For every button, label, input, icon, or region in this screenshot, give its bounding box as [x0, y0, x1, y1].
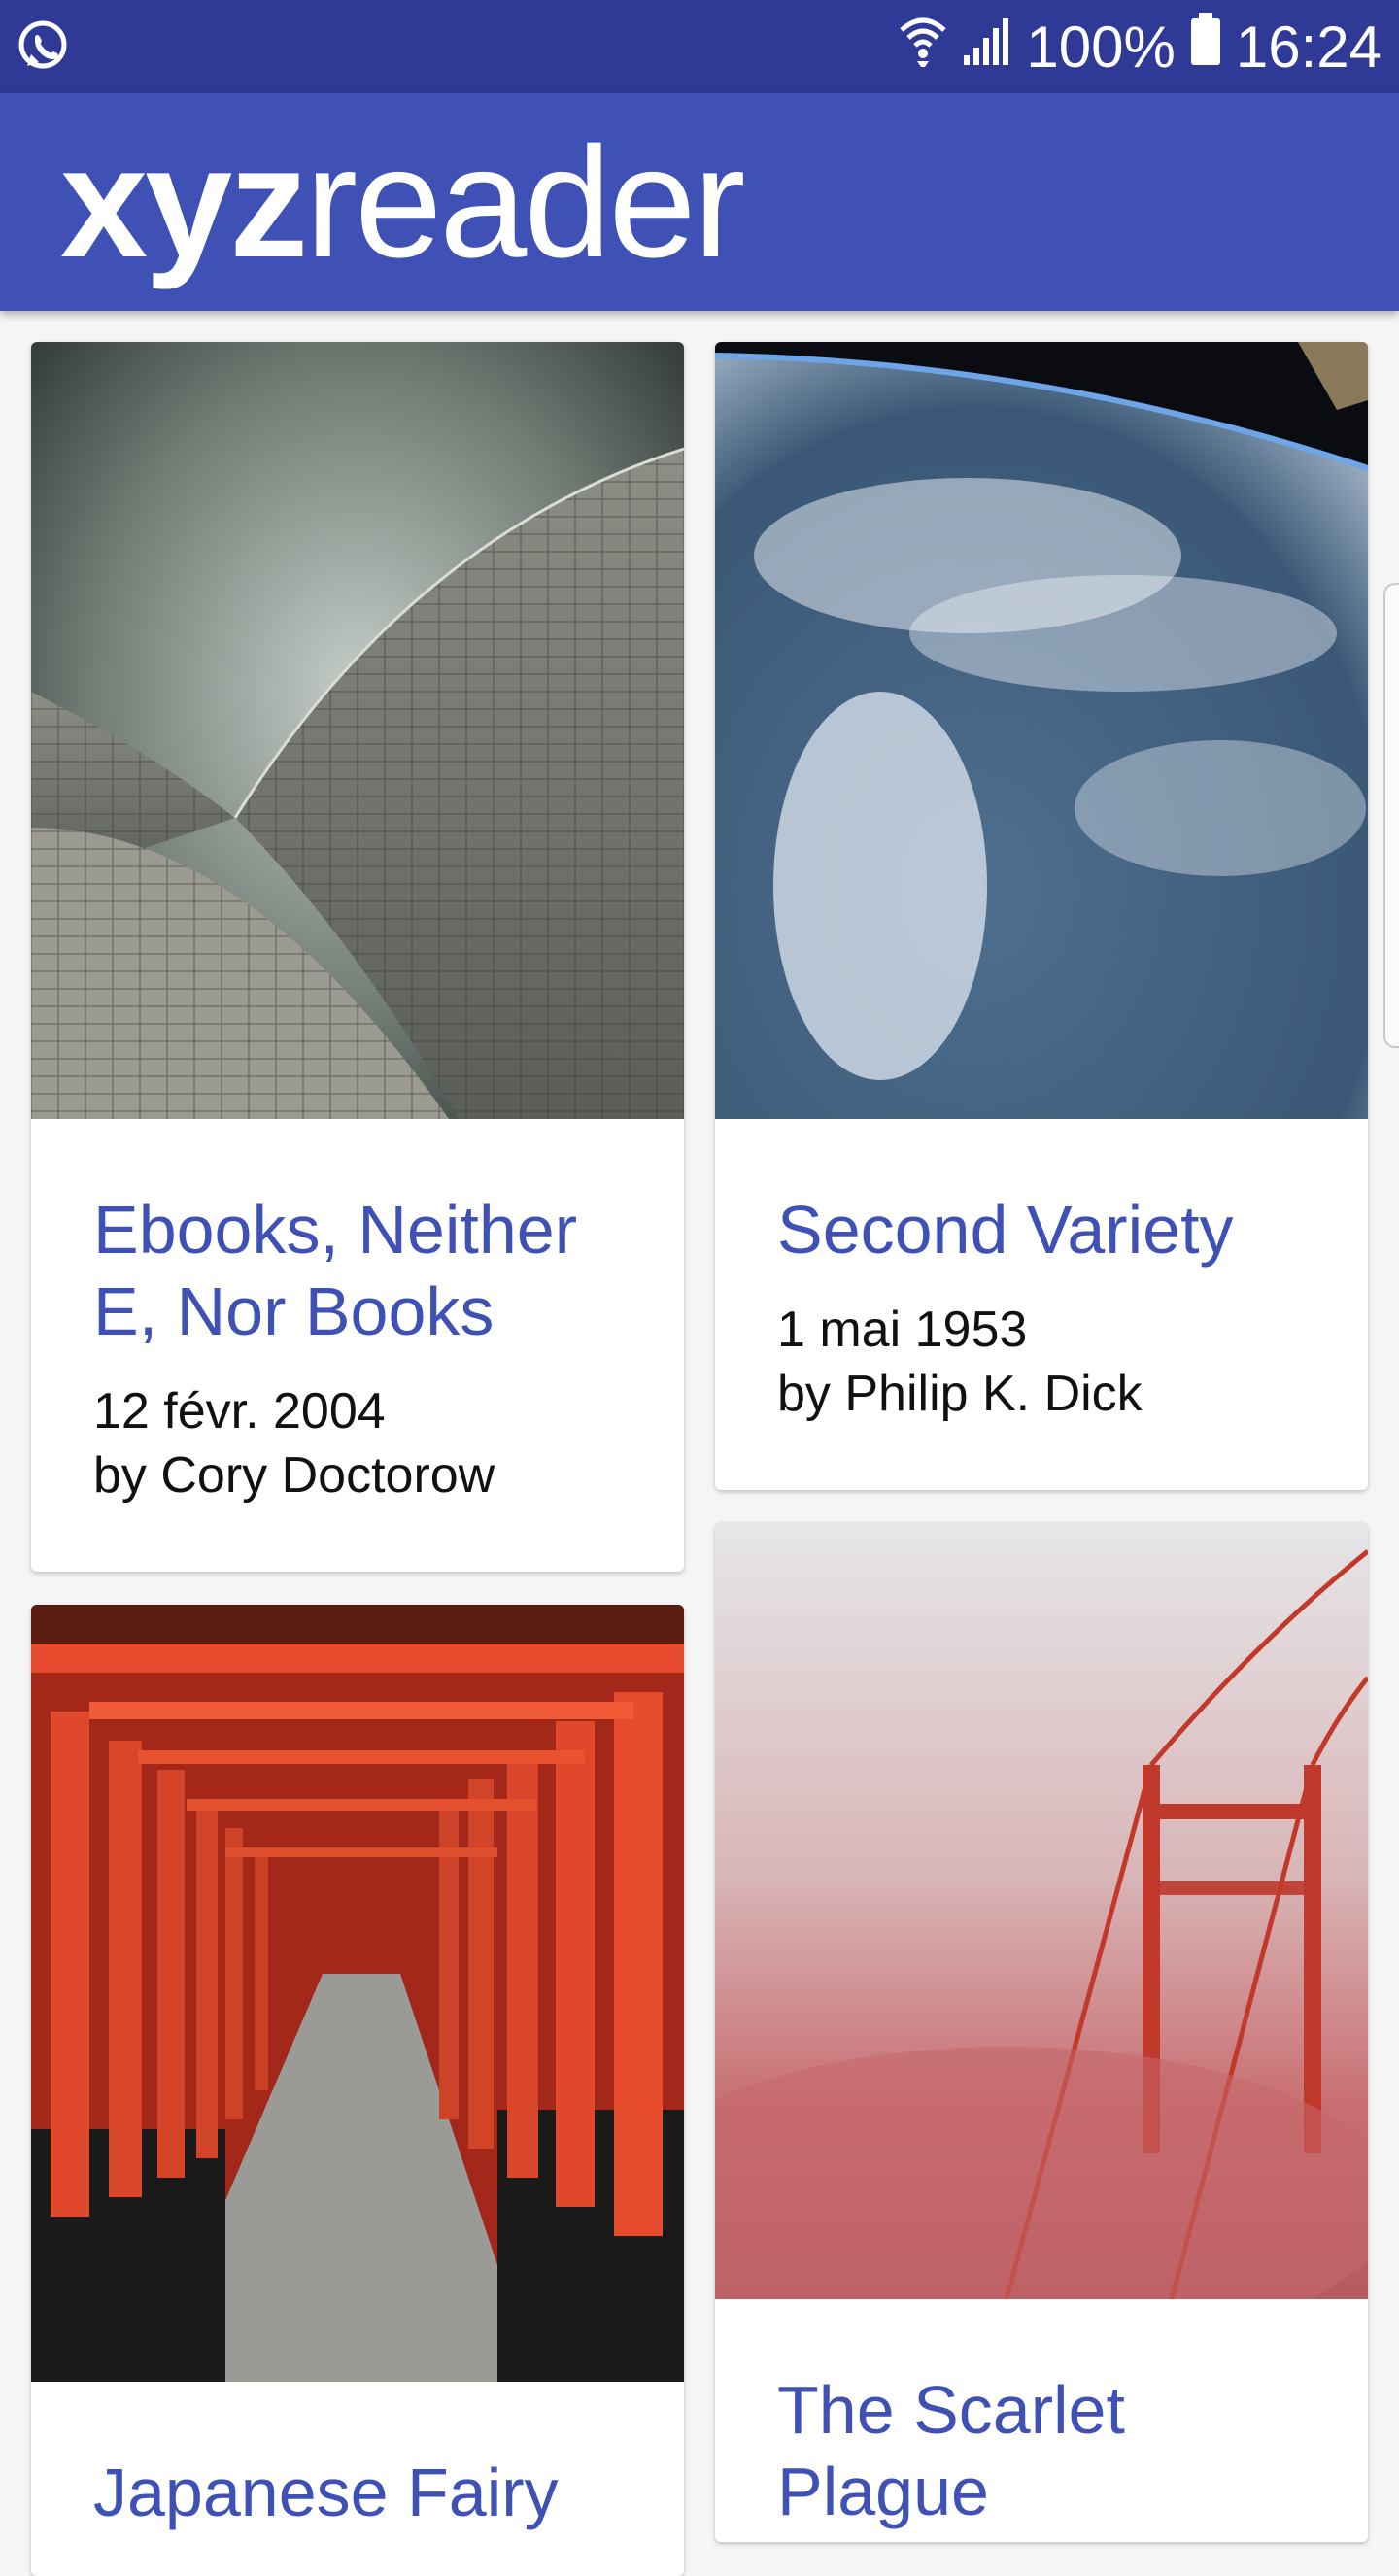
status-right-group: 100% 16:24	[898, 0, 1382, 93]
article-title: Ebooks, Neither E, Nor Books	[93, 1192, 578, 1349]
logo-bold-part: xyz	[60, 115, 308, 290]
app-bar: xyzreader	[0, 93, 1399, 311]
article-title: Second Variety	[777, 1192, 1234, 1268]
article-card[interactable]: Japanese Fairy	[31, 1605, 684, 2576]
article-card[interactable]: The Scarlet Plague	[715, 1522, 1368, 2542]
battery-percent: 100%	[1026, 14, 1176, 80]
edge-panel-handle[interactable]	[1383, 583, 1399, 1048]
article-card[interactable]: Second Variety 1 mai 1953 by Philip K. D…	[715, 342, 1368, 1490]
whatsapp-icon	[14, 17, 72, 76]
article-card-body: Second Variety 1 mai 1953 by Philip K. D…	[715, 1119, 1368, 1484]
clock: 16:24	[1235, 14, 1382, 80]
article-thumbnail-torii-gates	[31, 1605, 684, 2382]
article-author: by Cory Doctorow	[93, 1447, 495, 1504]
article-author: by Philip K. Dick	[777, 1366, 1143, 1422]
article-thumbnail-opera-house	[31, 342, 684, 1119]
article-thumbnail-bridge-fog	[715, 1522, 1368, 2299]
article-title: The Scarlet Plague	[777, 2372, 1125, 2529]
article-card-body: The Scarlet Plague	[715, 2299, 1368, 2542]
wifi-icon	[898, 13, 948, 81]
article-thumbnail-earth	[715, 342, 1368, 1119]
logo-light-part: reader	[305, 115, 745, 290]
article-card-body: Ebooks, Neither E, Nor Books 12 févr. 20…	[31, 1119, 684, 1566]
battery-icon	[1189, 13, 1222, 81]
signal-icon	[962, 14, 1012, 81]
status-bar: 100% 16:24	[0, 0, 1399, 93]
article-date: 1 mai 1953	[777, 1302, 1028, 1358]
article-title: Japanese Fairy	[93, 2455, 559, 2530]
article-date: 12 févr. 2004	[93, 1383, 386, 1440]
app-logo: xyzreader	[60, 120, 745, 286]
article-card-body: Japanese Fairy	[31, 2382, 684, 2576]
article-card[interactable]: Ebooks, Neither E, Nor Books 12 févr. 20…	[31, 342, 684, 1572]
